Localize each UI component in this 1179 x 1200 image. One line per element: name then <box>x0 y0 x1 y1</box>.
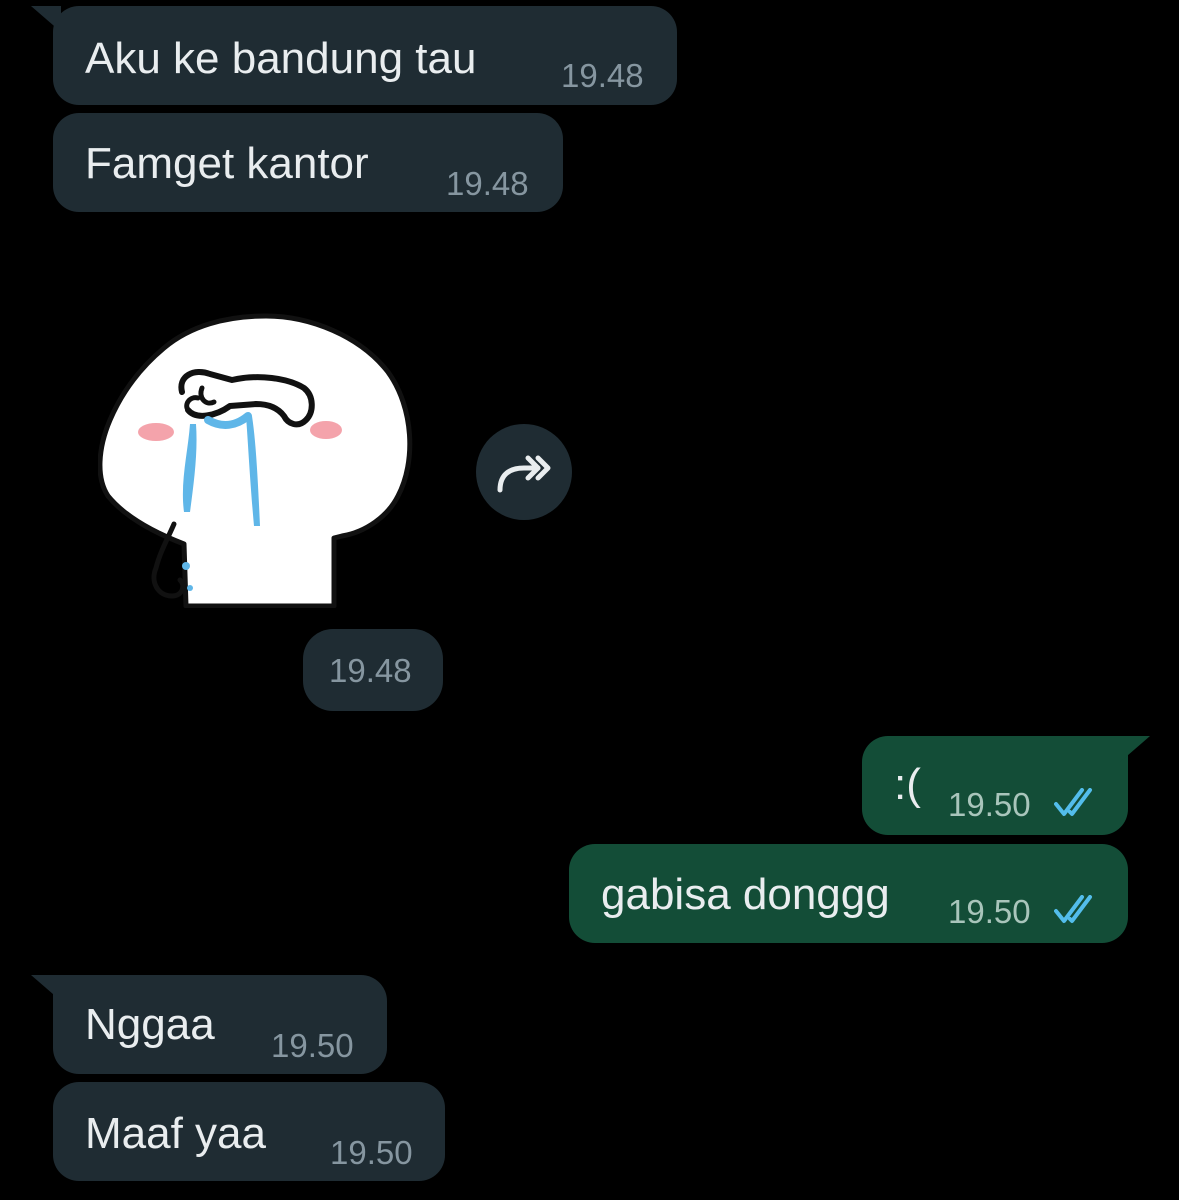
crying-character-sticker[interactable] <box>97 312 416 609</box>
message-text: Famget kantor <box>85 139 369 188</box>
message-bubble-outgoing[interactable]: gabisa donggg 19.50 <box>569 844 1128 943</box>
message-bubble-incoming[interactable]: Aku ke bandung tau 19.48 <box>31 6 677 105</box>
message-text: Aku ke bandung tau <box>85 34 477 83</box>
bubble-tail <box>31 975 61 1001</box>
message-timestamp: 19.50 <box>330 1134 413 1171</box>
message-timestamp: 19.48 <box>446 165 529 202</box>
message-bubble-incoming[interactable]: Nggaa 19.50 <box>31 975 387 1074</box>
sticker-image <box>97 313 413 609</box>
sticker-timestamp-pill: 19.48 <box>303 629 443 711</box>
bubble-tail <box>1120 736 1150 762</box>
message-bubble-incoming[interactable]: Maaf yaa 19.50 <box>53 1082 445 1181</box>
message-timestamp: 19.50 <box>948 786 1031 823</box>
double-check-icon <box>1054 895 1092 923</box>
message-timestamp: 19.48 <box>329 652 412 689</box>
forward-button[interactable] <box>476 424 572 520</box>
message-text: :( <box>894 760 921 809</box>
message-text: Nggaa <box>85 1000 215 1049</box>
bubble-tail <box>31 6 61 32</box>
message-bubble-incoming[interactable]: Famget kantor 19.48 <box>53 113 563 212</box>
message-timestamp: 19.48 <box>561 57 644 94</box>
message-text: gabisa donggg <box>601 870 890 919</box>
message-bubble-outgoing[interactable]: :( 19.50 <box>862 736 1150 835</box>
double-check-icon <box>1054 788 1092 816</box>
message-text: Maaf yaa <box>85 1109 266 1158</box>
message-timestamp: 19.50 <box>271 1027 354 1064</box>
message-timestamp: 19.50 <box>948 893 1031 930</box>
forward-icon <box>497 455 551 493</box>
